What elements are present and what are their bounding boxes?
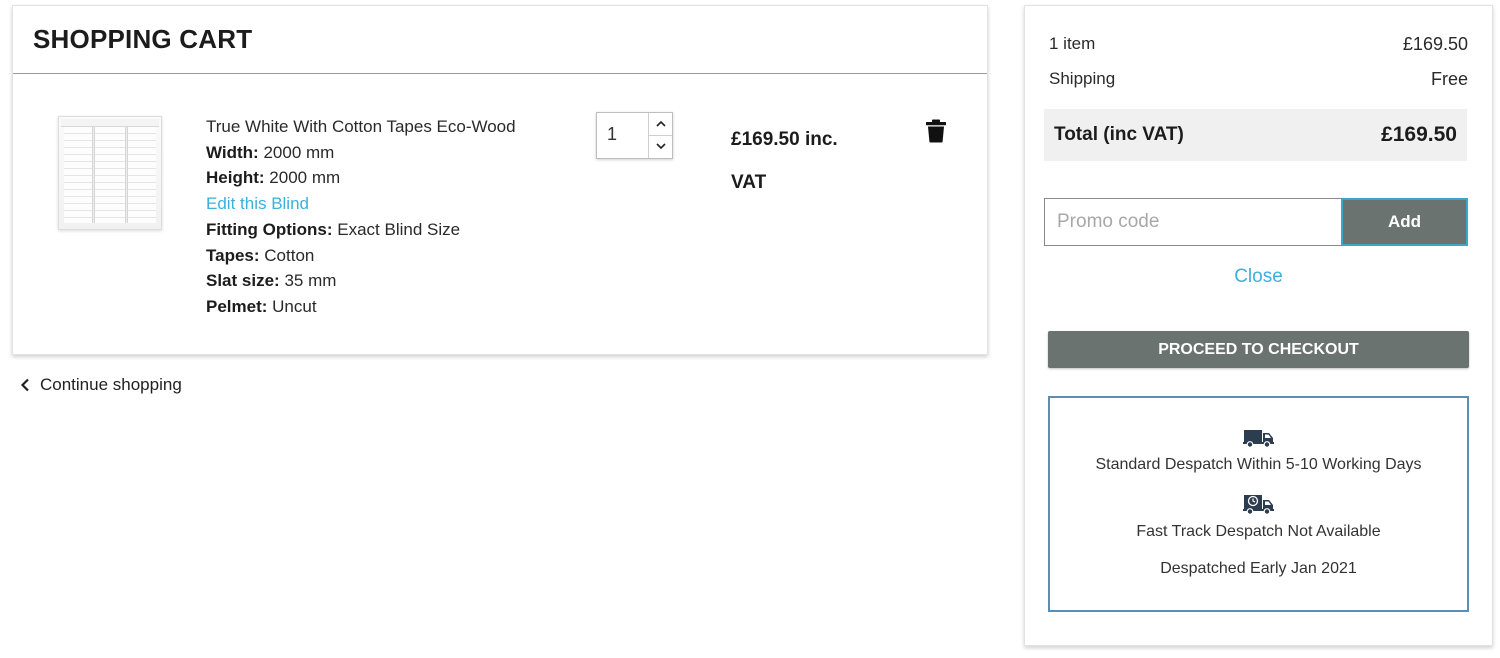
cart-panel: SHOPPING CART True White With Cotton Tap…	[12, 5, 988, 355]
quantity-input[interactable]: 1	[607, 124, 617, 145]
proceed-to-checkout-button[interactable]: PROCEED TO CHECKOUT	[1048, 331, 1469, 368]
spec-height: Height: 2000 mm	[206, 165, 516, 191]
chevron-down-icon	[655, 143, 666, 150]
spec-label: Height:	[206, 168, 265, 188]
quantity-spin	[648, 113, 672, 158]
spec-value: 2000 mm	[269, 168, 341, 188]
option-value: Exact Blind Size	[337, 219, 461, 239]
price-amount: £169.50 inc.	[731, 129, 838, 150]
continue-shopping-label: Continue shopping	[40, 375, 182, 394]
promo-add-button[interactable]: Add	[1341, 198, 1468, 246]
page-title: SHOPPING CART	[33, 24, 253, 54]
spec-width: Width: 2000 mm	[206, 140, 516, 166]
blind-tape	[92, 127, 95, 223]
quantity-increase-button[interactable]	[649, 113, 672, 136]
blind-pelmet	[61, 119, 159, 127]
product-details: True White With Cotton Tapes Eco-Wood Wi…	[206, 114, 516, 320]
product-image[interactable]	[58, 116, 162, 230]
shipping-value: Free	[1430, 69, 1468, 89]
shipping-row: Shipping Free	[1049, 69, 1468, 90]
option-label: Pelmet:	[206, 296, 268, 316]
quantity-stepper[interactable]: 1	[596, 112, 673, 159]
option-value: 35 mm	[284, 271, 337, 291]
product-name: True White With Cotton Tapes Eco-Wood	[206, 117, 516, 136]
blind-tape	[125, 127, 128, 223]
option-label: Tapes:	[206, 245, 260, 265]
delivery-van-icon	[1243, 430, 1274, 448]
items-value: £169.50	[1402, 34, 1468, 54]
cart-item: True White With Cotton Tapes Eco-Wood Wi…	[13, 74, 987, 354]
fast-delivery-van-icon	[1243, 495, 1274, 515]
cart-header: SHOPPING CART	[13, 6, 987, 74]
option-label: Fitting Options:	[206, 219, 333, 239]
trash-icon[interactable]	[925, 119, 947, 143]
total-value: £169.50	[1381, 123, 1457, 146]
blind-slats	[64, 127, 156, 223]
fast-track-despatch-text: Fast Track Despatch Not Available	[1136, 523, 1381, 540]
line-price: £169.50 inc. VAT	[731, 118, 871, 204]
promo-code-input[interactable]	[1044, 198, 1341, 246]
continue-shopping-link[interactable]: Continue shopping	[20, 375, 182, 395]
despatch-date-text: Despatched Early Jan 2021	[1160, 560, 1357, 577]
promo-form: Add	[1044, 198, 1468, 246]
option-slat-size: Slat size: 35 mm	[206, 268, 516, 294]
standard-despatch-text: Standard Despatch Within 5-10 Working Da…	[1095, 456, 1422, 473]
items-row: 1 item £169.50	[1049, 34, 1468, 55]
spec-value: 2000 mm	[263, 142, 335, 162]
edit-blind-link[interactable]: Edit this Blind	[206, 191, 516, 217]
option-value: Cotton	[264, 245, 315, 265]
price-vat: VAT	[731, 172, 767, 193]
quantity-decrease-button[interactable]	[649, 136, 672, 159]
option-value: Uncut	[272, 296, 317, 316]
total-label: Total (inc VAT)	[1054, 124, 1184, 145]
order-summary: 1 item £169.50 Shipping Free Total (inc …	[1024, 5, 1493, 646]
shipping-label: Shipping	[1049, 69, 1116, 88]
spec-label: Width:	[206, 142, 259, 162]
option-fitting: Fitting Options: Exact Blind Size	[206, 217, 516, 243]
option-label: Slat size:	[206, 271, 280, 291]
chevron-up-icon	[655, 121, 666, 127]
despatch-info: Standard Despatch Within 5-10 Working Da…	[1048, 396, 1469, 612]
total-row: Total (inc VAT) £169.50	[1044, 109, 1467, 161]
option-tapes: Tapes: Cotton	[206, 243, 516, 269]
chevron-left-icon	[20, 378, 29, 392]
items-label: 1 item	[1049, 34, 1096, 53]
option-pelmet: Pelmet: Uncut	[206, 294, 516, 320]
close-promo-link[interactable]: Close	[1025, 266, 1492, 288]
